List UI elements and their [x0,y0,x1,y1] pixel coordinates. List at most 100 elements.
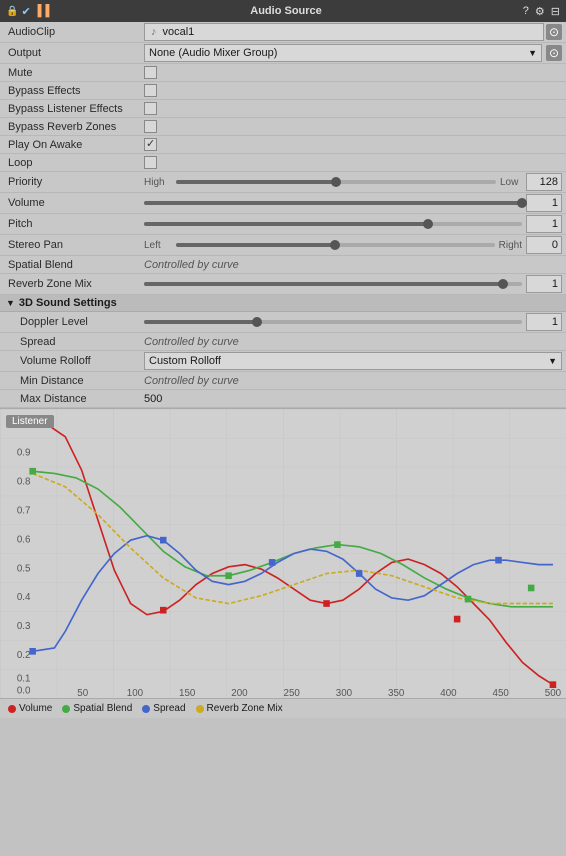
help-icon[interactable]: ? [523,5,529,18]
bypass-effects-row: Bypass Effects [0,82,566,100]
svg-text:0.9: 0.9 [17,448,31,459]
doppler-level-label: Doppler Level [4,316,144,328]
output-row: Output None (Audio Mixer Group) ▼ ⊙ [0,43,566,64]
svg-text:100: 100 [127,688,144,698]
stereo-pan-value-area: Left Right 0 [144,236,562,254]
audioclip-field[interactable]: ♪ vocal1 [144,23,544,41]
loop-checkbox[interactable] [144,156,157,169]
bypass-listener-checkbox[interactable] [144,102,157,115]
audioclip-picker-btn[interactable]: ⊙ [546,24,562,40]
volume-slider-fill [144,201,522,205]
audio-source-panel: AudioClip ♪ vocal1 ⊙ Output None (Audio … [0,22,566,718]
svg-text:150: 150 [179,688,196,698]
blend-point-1 [225,572,232,579]
bypass-listener-row: Bypass Listener Effects [0,100,566,118]
output-dropdown[interactable]: None (Audio Mixer Group) ▼ [144,44,542,62]
title-bar-actions[interactable]: ? ⚙ ⊟ [523,5,560,18]
blend-point-3 [465,596,472,603]
bars-icon: ▐▐ [34,5,50,17]
mute-value-area [144,66,562,79]
play-on-awake-value-area [144,138,562,151]
volume-slider-container [144,201,522,205]
priority-value-area: High Low 128 [144,173,562,191]
volume-rolloff-row: Volume Rolloff Custom Rolloff ▼ [0,351,566,372]
svg-text:0.2: 0.2 [17,650,31,661]
music-icon: ♪ [151,26,157,38]
bypass-effects-label: Bypass Effects [4,85,144,97]
volume-rolloff-dropdown[interactable]: Custom Rolloff ▼ [144,352,562,370]
priority-max-label: Low [500,177,522,188]
pitch-slider-thumb[interactable] [423,219,433,229]
audioclip-label: AudioClip [4,26,144,38]
spread-point-3 [356,570,363,577]
svg-text:0.0: 0.0 [17,685,31,696]
play-on-awake-checkbox[interactable] [144,138,157,151]
layout-icon[interactable]: ⊟ [551,5,560,18]
min-distance-label: Min Distance [4,375,144,387]
doppler-level-slider-thumb[interactable] [252,317,262,327]
dropdown-arrow: ▼ [528,48,537,58]
chart-legend: Volume Spatial Blend Spread Reverb Zone … [0,698,566,718]
volume-rolloff-value: Custom Rolloff [149,355,221,367]
spread-point-2 [269,559,276,566]
reverb-zone-mix-value-area: 1 [144,275,562,293]
svg-text:0.7: 0.7 [17,505,31,516]
svg-text:500: 500 [545,688,562,698]
bypass-effects-checkbox[interactable] [144,84,157,97]
priority-slider-thumb[interactable] [331,177,341,187]
legend-reverb-label: Reverb Zone Mix [207,703,283,714]
priority-slider[interactable] [176,180,496,184]
volume-value-area: 1 [144,194,562,212]
priority-slider-fill [176,180,336,184]
svg-text:0.5: 0.5 [17,563,31,574]
spatial-blend-row: Spatial Blend Controlled by curve [0,256,566,274]
bypass-reverb-label: Bypass Reverb Zones [4,121,144,133]
3d-sound-settings-header[interactable]: ▼ 3D Sound Settings [0,295,566,312]
legend-spread: Spread [142,703,185,714]
reverb-zone-mix-slider-fill [144,282,503,286]
doppler-level-slider-container [144,320,522,324]
pitch-row: Pitch 1 [0,214,566,235]
volume-value-field[interactable]: 1 [526,194,562,212]
spread-point-4 [495,557,502,564]
vol-point-3 [454,616,461,623]
mute-checkbox[interactable] [144,66,157,79]
mute-label: Mute [4,67,144,79]
rolloff-chart[interactable]: 1.0 0.9 0.8 0.7 0.6 0.5 0.4 0.3 0.2 0.1 … [0,409,566,698]
vol-point-4 [550,681,557,688]
reverb-zone-mix-value-field[interactable]: 1 [526,275,562,293]
reverb-zone-mix-slider[interactable] [144,282,522,286]
volume-slider-thumb[interactable] [517,198,527,208]
stereo-pan-label: Stereo Pan [4,239,144,251]
bypass-reverb-value-area [144,120,562,133]
stereo-pan-value-field[interactable]: 0 [526,236,562,254]
doppler-level-slider[interactable] [144,320,522,324]
reverb-zone-mix-label: Reverb Zone Mix [4,278,144,290]
stereo-pan-slider-thumb[interactable] [330,240,340,250]
priority-value-field[interactable]: 128 [526,173,562,191]
doppler-level-value-field[interactable]: 1 [526,313,562,331]
settings-icon[interactable]: ⚙ [535,5,545,18]
output-picker-btn[interactable]: ⊙ [546,45,562,61]
listener-badge: Listener [6,415,54,428]
stereo-pan-slider[interactable] [176,243,495,247]
pitch-slider[interactable] [144,222,522,226]
doppler-level-value-area: 1 [144,313,562,331]
volume-slider[interactable] [144,201,522,205]
spread-point-1 [160,537,167,544]
legend-spatial-blend-dot [62,705,70,713]
reverb-zone-mix-row: Reverb Zone Mix 1 [0,274,566,295]
max-distance-value-area: 500 [144,393,562,405]
pitch-label: Pitch [4,218,144,230]
min-distance-controlled: Controlled by curve [144,375,239,387]
vol-point-1 [160,607,167,614]
title-bar: 🔒 ✔ ▐▐ Audio Source ? ⚙ ⊟ [0,0,566,22]
pitch-value-field[interactable]: 1 [526,215,562,233]
volume-rolloff-value-area: Custom Rolloff ▼ [144,352,562,370]
svg-text:0.8: 0.8 [17,477,31,488]
volume-row: Volume 1 [0,193,566,214]
bypass-listener-value-area [144,102,562,115]
reverb-zone-mix-slider-thumb[interactable] [498,279,508,289]
bypass-reverb-checkbox[interactable] [144,120,157,133]
volume-rolloff-arrow: ▼ [548,356,557,366]
